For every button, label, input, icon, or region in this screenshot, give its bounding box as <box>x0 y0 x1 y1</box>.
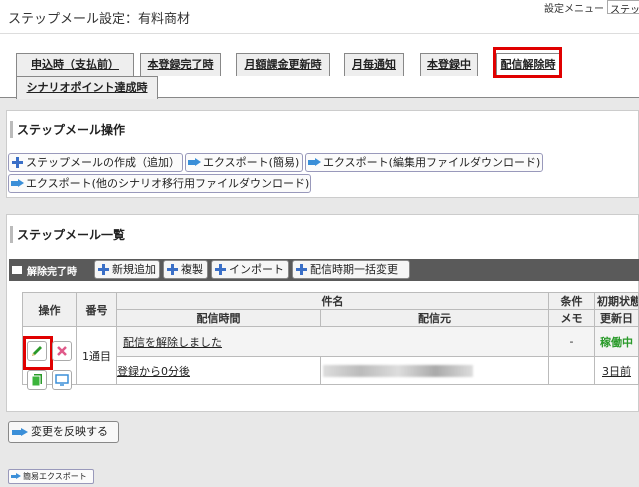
monitor-icon <box>55 374 69 386</box>
arrow-right-icon <box>11 179 25 188</box>
duplicate-button[interactable]: 複製 <box>163 260 208 279</box>
add-new-label: 新規追加 <box>112 263 156 276</box>
tab-scenario-point[interactable]: シナリオポイント達成時 <box>16 76 158 99</box>
preview-button[interactable] <box>52 370 72 390</box>
apply-changes-button[interactable]: 変更を反映する <box>8 421 119 443</box>
export-edit-download-button[interactable]: エクスポート(編集用ファイルダウンロード) <box>305 153 543 172</box>
export-migration-download-button[interactable]: エクスポート(他のシナリオ移行用ファイルダウンロード) <box>8 174 311 193</box>
row-updated-link[interactable]: 3日前 <box>602 365 631 378</box>
row-send-time-cell: 登録から0分後 <box>116 356 321 385</box>
import-label: インポート <box>229 263 284 276</box>
delete-button[interactable] <box>52 341 72 361</box>
plus-icon <box>296 264 307 275</box>
col-subject: 件名 <box>116 292 549 310</box>
duplicate-label: 複製 <box>181 263 203 276</box>
tab-registered[interactable]: 本登録中 <box>420 53 478 76</box>
bulk-schedule-change-button[interactable]: 配信時期一括変更 <box>292 260 410 279</box>
step-mail-table: 操作 番号 件名 条件 初期状態 配信時間 配信元 メモ 更新日 1通目 配信を… <box>22 292 639 385</box>
col-send-time: 配信時間 <box>116 309 321 327</box>
simple-export-button[interactable]: 簡易エクスポート <box>8 469 94 484</box>
row-updated-cell: 3日前 <box>594 356 639 385</box>
create-step-mail-button[interactable]: ステップメールの作成（追加） <box>8 153 183 172</box>
export-simple-button[interactable]: エクスポート(簡易) <box>185 153 303 172</box>
apply-changes-label: 変更を反映する <box>31 425 108 438</box>
bulk-schedule-change-label: 配信時期一括変更 <box>310 263 398 276</box>
export-edit-download-label: エクスポート(編集用ファイルダウンロード) <box>323 156 541 169</box>
copy-button[interactable] <box>27 370 47 390</box>
edit-button-highlight <box>23 336 53 370</box>
plus-icon <box>167 264 178 275</box>
row-condition: - <box>548 326 595 357</box>
group-label: 解除完了時 <box>27 267 77 278</box>
row-send-time-link[interactable]: 登録から0分後 <box>118 365 191 378</box>
active-tab-highlight <box>493 47 562 78</box>
tab-apply-before-payment[interactable]: 申込時（支払前） <box>16 53 134 76</box>
col-operation: 操作 <box>22 292 77 327</box>
settings-menu-select[interactable]: ステップ <box>607 0 639 14</box>
close-icon <box>57 346 67 356</box>
tab-registration-complete[interactable]: 本登録完了時 <box>140 53 221 76</box>
settings-menu-label: 設定メニュー <box>544 4 604 15</box>
arrow-right-icon <box>11 473 22 480</box>
col-updated: 更新日 <box>594 309 639 327</box>
col-sender: 配信元 <box>320 309 549 327</box>
page-title: ステップメール設定：有料商材 <box>8 12 191 27</box>
status-badge: 稼働中 <box>594 326 639 357</box>
export-migration-download-label: エクスポート(他のシナリオ移行用ファイルダウンロード) <box>26 177 310 190</box>
tab-monthly-notice[interactable]: 月毎通知 <box>344 53 404 76</box>
row-memo <box>548 356 595 385</box>
export-simple-label: エクスポート(簡易) <box>203 156 300 169</box>
copy-icon <box>31 374 42 387</box>
col-initial-state: 初期状態 <box>594 292 639 310</box>
row-number: 1通目 <box>76 326 117 385</box>
plus-icon <box>12 157 23 168</box>
row-subject-link[interactable]: 配信を解除しました <box>123 336 222 349</box>
plus-icon <box>215 264 226 275</box>
col-memo: メモ <box>548 309 595 327</box>
row-subject-cell: 配信を解除しました <box>116 326 549 357</box>
row-sender-redacted <box>323 364 473 377</box>
simple-export-label: 簡易エクスポート <box>23 472 87 481</box>
list-title: ステップメール一覧 <box>10 226 125 243</box>
arrow-right-icon <box>12 428 30 437</box>
row-sender-cell <box>320 356 549 385</box>
table-row: 1通目 配信を解除しました - 稼働中 <box>22 326 639 385</box>
add-new-button[interactable]: 新規追加 <box>94 260 160 279</box>
operations-title: ステップメール操作 <box>10 121 125 138</box>
envelope-icon <box>12 266 22 274</box>
arrow-right-icon <box>308 158 322 167</box>
import-button[interactable]: インポート <box>211 260 289 279</box>
col-number: 番号 <box>76 292 117 327</box>
create-step-mail-label: ステップメールの作成（追加） <box>26 156 180 169</box>
tab-monthly-billing-renewal[interactable]: 月額課金更新時 <box>236 53 330 76</box>
col-condition: 条件 <box>548 292 595 310</box>
plus-icon <box>98 264 109 275</box>
arrow-right-icon <box>188 158 202 167</box>
